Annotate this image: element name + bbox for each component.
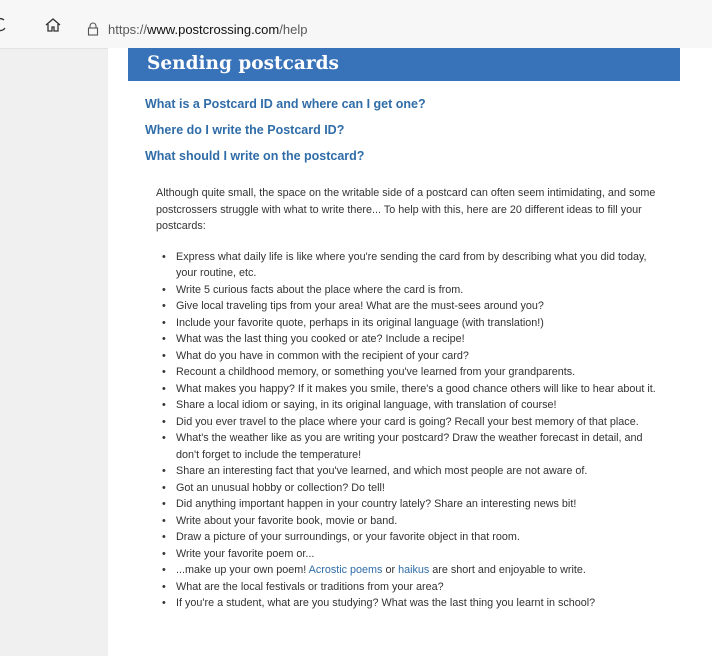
url-text[interactable]: https://www.postcrossing.com/help: [108, 22, 307, 37]
faq-link-postcard-id[interactable]: What is a Postcard ID and where can I ge…: [145, 97, 426, 111]
list-item: Recount a childhood memory, or something…: [156, 364, 666, 381]
answer-content: Although quite small, the space on the w…: [156, 185, 666, 612]
list-item: Express what daily life is like where yo…: [156, 249, 666, 282]
list-item: What was the last thing you cooked or at…: [156, 331, 666, 348]
browser-toolbar: https://www.postcrossing.com/help: [0, 0, 712, 49]
url-path: /help: [279, 21, 308, 37]
acrostic-poems-link[interactable]: Acrostic poems: [309, 564, 383, 576]
list-item: Write your favorite poem or...: [156, 546, 666, 563]
poem-text-middle: or: [382, 564, 399, 576]
intro-paragraph: Although quite small, the space on the w…: [156, 187, 656, 232]
list-item: Include your favorite quote, perhaps in …: [156, 315, 666, 332]
poem-text-before: ...make up your own poem!: [176, 564, 309, 576]
list-item: Did anything important happen in your co…: [156, 496, 666, 513]
list-item: Got an unusual hobby or collection? Do t…: [156, 480, 666, 497]
list-item-poem: ...make up your own poem! Acrostic poems…: [156, 562, 666, 579]
list-item: Share a local idiom or saying, in its or…: [156, 397, 666, 414]
haikus-link[interactable]: haikus: [398, 564, 429, 576]
list-item: Write about your favorite book, movie or…: [156, 513, 666, 530]
list-item: What are the local festivals or traditio…: [156, 579, 666, 596]
address-bar[interactable]: https://www.postcrossing.com/help: [82, 18, 712, 40]
ideas-list: Express what daily life is like where yo…: [156, 249, 666, 612]
poem-text-after: are short and enjoyable to write.: [429, 564, 586, 576]
url-protocol: https://: [108, 21, 148, 37]
home-icon[interactable]: [44, 17, 62, 33]
list-item: What makes you happy? If it makes you sm…: [156, 381, 666, 398]
lock-icon: [86, 22, 100, 36]
reload-icon[interactable]: [0, 17, 10, 36]
list-item: What's the weather like as you are writi…: [156, 430, 666, 463]
list-item: Share an interesting fact that you've le…: [156, 463, 666, 480]
help-page: Sending postcards What is a Postcard ID …: [108, 48, 712, 656]
section-title: Sending postcards: [147, 53, 339, 74]
list-item: Did you ever travel to the place where y…: [156, 414, 666, 431]
list-item: Draw a picture of your surroundings, or …: [156, 529, 666, 546]
faq-link-write-id[interactable]: Where do I write the Postcard ID?: [145, 123, 344, 137]
list-item: Give local traveling tips from your area…: [156, 298, 666, 315]
list-item: If you're a student, what are you studyi…: [156, 595, 666, 612]
url-host: www.postcrossing.com: [147, 21, 280, 37]
list-item: What do you have in common with the reci…: [156, 348, 666, 365]
list-item: Write 5 curious facts about the place wh…: [156, 282, 666, 299]
section-banner: Sending postcards: [128, 48, 680, 81]
faq-link-what-to-write[interactable]: What should I write on the postcard?: [145, 149, 364, 163]
